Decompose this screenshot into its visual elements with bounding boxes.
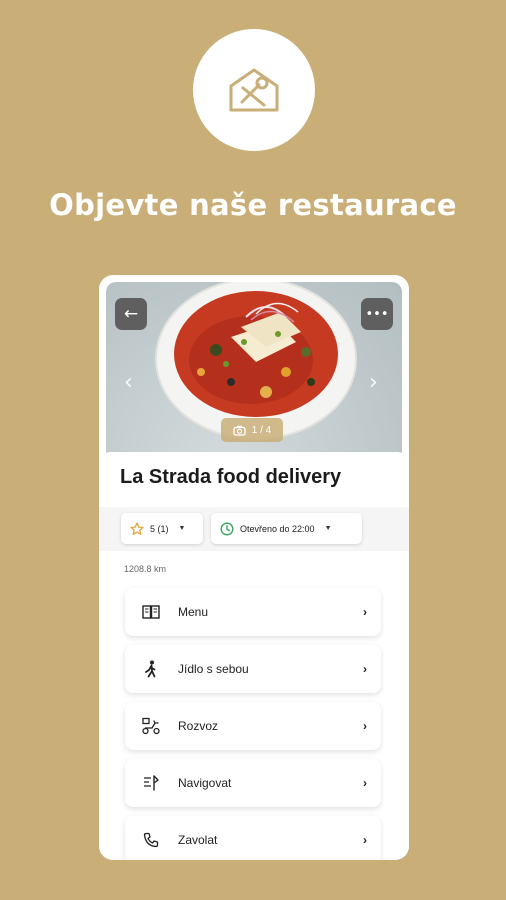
opening-hours-chip[interactable]: Otevřeno do 22:00 ▼ xyxy=(211,513,362,544)
chevron-right-icon: › xyxy=(363,776,367,790)
headline: Objevte naše restaurace xyxy=(49,188,457,222)
app-logo xyxy=(193,29,315,151)
camera-icon xyxy=(233,425,246,436)
clock-icon xyxy=(220,521,234,536)
caret-down-icon: ▼ xyxy=(324,525,332,532)
chevron-right-icon: › xyxy=(363,605,367,619)
chevron-right-icon: › xyxy=(363,662,367,676)
phone-mockup: ← ••• ‹ › 1 / 4 La Strada food delivery … xyxy=(99,275,409,860)
distance-text: 1208.8 km xyxy=(124,564,167,574)
menu-item-takeaway[interactable]: Jídlo s sebou › xyxy=(125,645,381,693)
chevron-right-icon: › xyxy=(363,833,367,847)
walking-person-icon xyxy=(135,653,167,685)
previous-photo-button[interactable]: ‹ xyxy=(124,370,133,395)
star-icon xyxy=(130,521,144,535)
rating-text: 5 (1) xyxy=(150,523,169,534)
menu-item-label: Zavolat xyxy=(178,833,218,847)
restaurant-detail-sheet: La Strada food delivery 5 (1) ▼ Otevřeno… xyxy=(99,452,409,860)
menu-item-navigate[interactable]: Navigovat › xyxy=(125,759,381,807)
menu-item-delivery[interactable]: Rozvoz › xyxy=(125,702,381,750)
restaurant-name: La Strada food delivery xyxy=(120,466,342,488)
photo-counter-text: 1 / 4 xyxy=(251,424,272,436)
more-dots-icon: ••• xyxy=(365,306,389,322)
back-button[interactable]: ← xyxy=(115,298,147,330)
menu-item-label: Jídlo s sebou xyxy=(178,662,249,676)
caret-down-icon: ▼ xyxy=(178,525,186,532)
menu-item-call[interactable]: Zavolat › xyxy=(125,816,381,860)
restaurant-house-icon xyxy=(229,68,279,112)
scooter-icon xyxy=(135,710,167,742)
menu-item-menu[interactable]: Menu › xyxy=(125,588,381,636)
menu-item-label: Menu xyxy=(178,605,209,619)
rating-chip[interactable]: 5 (1) ▼ xyxy=(121,513,203,544)
arrow-left-icon: ← xyxy=(123,304,139,324)
menu-item-label: Navigovat xyxy=(178,776,232,790)
photo-counter[interactable]: 1 / 4 xyxy=(221,418,283,442)
info-chips: 5 (1) ▼ Otevřeno do 22:00 ▼ xyxy=(99,507,409,551)
opening-hours-text: Otevřeno do 22:00 xyxy=(240,523,315,534)
phone-icon xyxy=(135,824,167,856)
book-open-icon xyxy=(135,596,167,628)
next-photo-button[interactable]: › xyxy=(369,370,378,395)
menu-item-label: Rozvoz xyxy=(178,719,219,733)
more-options-button[interactable]: ••• xyxy=(361,298,393,330)
directions-icon xyxy=(135,767,167,799)
chevron-right-icon: › xyxy=(363,719,367,733)
